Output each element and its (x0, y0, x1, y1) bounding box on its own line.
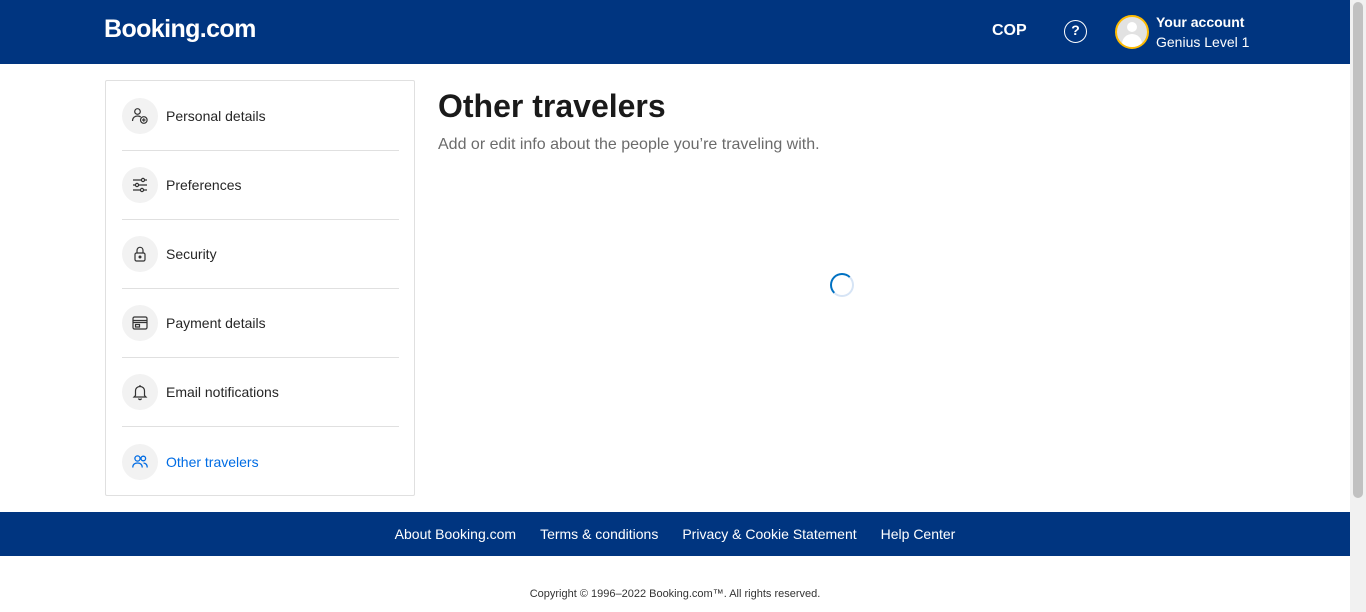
footer-links: About Booking.com Terms & conditions Pri… (0, 512, 1350, 556)
sidebar-item-label: Personal details (166, 108, 266, 124)
sidebar-item-security[interactable]: Security (122, 220, 399, 289)
avatar (1115, 15, 1149, 49)
bell-icon (122, 374, 158, 410)
footer-link-privacy[interactable]: Privacy & Cookie Statement (682, 526, 856, 542)
footer-link-help-center[interactable]: Help Center (881, 526, 956, 542)
footer-link-about[interactable]: About Booking.com (395, 526, 516, 542)
booking-logo[interactable]: Booking.com (104, 15, 256, 44)
lock-icon (122, 236, 158, 272)
sidebar-item-personal-details[interactable]: Personal details (122, 82, 399, 151)
loading-spinner-icon (830, 273, 854, 297)
genius-level: Genius Level 1 (1156, 34, 1250, 50)
account-name: Your account (1156, 14, 1245, 30)
top-header: Booking.com COP ? Your account Genius Le… (0, 0, 1350, 64)
sidebar-item-label: Preferences (166, 177, 242, 193)
sliders-icon (122, 167, 158, 203)
sidebar-item-other-travelers[interactable]: Other travelers (122, 427, 399, 496)
copyright-text: Copyright © 1996–2022 Booking.com™. All … (529, 588, 821, 600)
credit-card-icon (122, 305, 158, 341)
page-subtitle: Add or edit info about the people you’re… (438, 136, 820, 153)
question-circle-icon: ? (1071, 22, 1080, 38)
scrollbar-thumb[interactable] (1353, 2, 1363, 498)
sidebar-item-label: Payment details (166, 315, 266, 331)
currency-selector[interactable]: COP (992, 22, 1027, 40)
sidebar-item-payment-details[interactable]: Payment details (122, 289, 399, 358)
account-sidebar: Personal details Preferences Security Pa… (105, 80, 415, 496)
people-icon (122, 443, 158, 480)
vertical-scrollbar[interactable] (1350, 0, 1366, 612)
sidebar-item-label: Email notifications (166, 384, 279, 400)
sidebar-item-email-notifications[interactable]: Email notifications (122, 358, 399, 427)
sidebar-item-preferences[interactable]: Preferences (122, 151, 399, 220)
sidebar-item-label: Other travelers (166, 453, 259, 470)
page: Booking.com COP ? Your account Genius Le… (0, 0, 1366, 612)
sidebar-item-label: Security (166, 246, 217, 262)
page-title: Other travelers (438, 88, 666, 124)
help-button[interactable]: ? (1064, 20, 1087, 43)
person-icon (122, 98, 158, 134)
footer-link-terms[interactable]: Terms & conditions (540, 526, 658, 542)
